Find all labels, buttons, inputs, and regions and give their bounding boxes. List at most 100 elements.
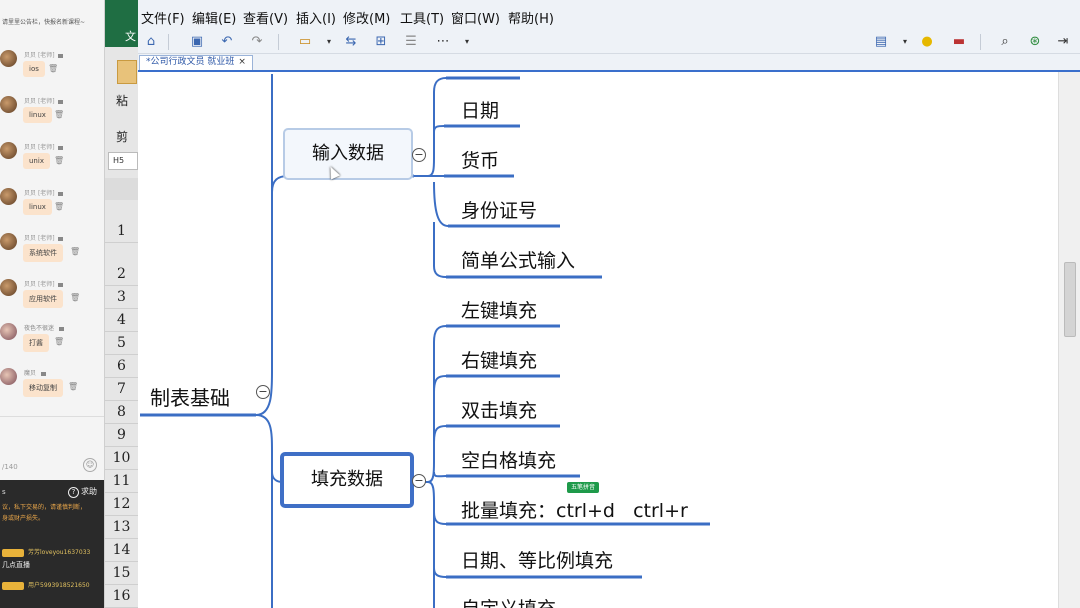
relation-icon[interactable]: ⇆ <box>342 33 360 51</box>
row-header[interactable]: 6 <box>105 355 138 378</box>
subtopic-batch-fill[interactable]: 批量填充：ctrl+d ctrl+r <box>461 496 688 523</box>
delete-icon[interactable]: 🗑 <box>48 64 58 73</box>
close-icon[interactable]: × <box>238 57 246 67</box>
row-header[interactable]: 11 <box>105 470 138 493</box>
section-marker: s <box>2 488 6 496</box>
avatar[interactable] <box>0 323 17 340</box>
row-header[interactable]: 7 <box>105 378 138 401</box>
save-icon[interactable]: ▣ <box>188 33 206 51</box>
sender-role: [老师] <box>37 144 55 151</box>
sender-name: 贝贝 <box>24 235 37 242</box>
user-entry[interactable]: 芳芳loveyou1637033 <box>2 547 90 557</box>
lightbulb-icon[interactable]: ● <box>918 33 936 51</box>
question-icon: ? <box>68 487 79 498</box>
menu-modify[interactable]: 修改(M) <box>343 8 390 27</box>
avatar[interactable] <box>0 279 17 296</box>
badge-icon <box>57 236 63 241</box>
window-icon[interactable]: ▬ <box>950 33 968 51</box>
avatar[interactable] <box>0 142 17 159</box>
row-header[interactable]: 4 <box>105 309 138 332</box>
avatar[interactable] <box>0 188 17 205</box>
boundary-icon[interactable]: ⊞ <box>372 33 390 51</box>
row-header[interactable]: 13 <box>105 516 138 539</box>
ribbon-tab[interactable]: 文 <box>125 28 136 44</box>
row-header[interactable]: 3 <box>105 286 138 309</box>
collapse-icon[interactable]: − <box>256 385 270 399</box>
share-icon[interactable]: ⊛ <box>1026 33 1044 51</box>
row-header[interactable]: 14 <box>105 539 138 562</box>
subtopic-currency[interactable]: 货币 <box>461 146 499 173</box>
menu-edit[interactable]: 编辑(E) <box>192 8 236 27</box>
chevron-down-icon[interactable]: ▾ <box>324 33 334 51</box>
subtopic-double-click-fill[interactable]: 双击填充 <box>461 396 537 423</box>
delete-icon[interactable]: 🗑 <box>54 156 64 165</box>
menu-view[interactable]: 查看(V) <box>243 8 288 27</box>
chat-message: 贝贝 [老师] 应用软件 🗑 <box>0 279 104 325</box>
emoji-icon[interactable]: ☺ <box>83 458 97 472</box>
name-box[interactable]: H5 <box>108 152 138 170</box>
row-header[interactable]: 9 <box>105 424 138 447</box>
help-button[interactable]: ? 求助 <box>68 486 97 498</box>
toolbar-separator <box>980 34 981 50</box>
paste-icon[interactable] <box>117 60 137 84</box>
avatar[interactable] <box>0 50 17 67</box>
delete-icon[interactable]: 🗑 <box>54 337 64 346</box>
menu-help[interactable]: 帮助(H) <box>508 8 554 27</box>
badge-icon <box>57 282 63 287</box>
subtopic-date[interactable]: 日期 <box>461 96 499 123</box>
topic-input-data[interactable]: 输入数据 <box>283 128 413 180</box>
row-header[interactable]: 12 <box>105 493 138 516</box>
subtopic-right-fill[interactable]: 右键填充 <box>461 346 537 373</box>
search-icon[interactable]: ⌕ <box>996 33 1014 51</box>
subtopic-blank-fill[interactable]: 空白格填充 <box>461 446 556 473</box>
avatar[interactable] <box>0 368 17 385</box>
subtopic-id-number[interactable]: 身份证号 <box>461 196 537 223</box>
menu-file[interactable]: 文件(F) <box>141 8 185 27</box>
root-topic[interactable]: 制表基础 <box>150 382 230 411</box>
collapse-icon[interactable]: − <box>412 148 426 162</box>
avatar[interactable] <box>0 96 17 113</box>
chevron-down-icon[interactable]: ▾ <box>900 33 910 51</box>
row-header[interactable]: 2 <box>105 263 138 286</box>
row-header[interactable]: 1 <box>105 220 138 243</box>
home-icon[interactable]: ⌂ <box>142 33 160 51</box>
delete-icon[interactable]: 🗑 <box>70 293 80 302</box>
row-header[interactable]: 5 <box>105 332 138 355</box>
excel-ribbon: 文 <box>105 0 138 47</box>
row-header[interactable]: 8 <box>105 401 138 424</box>
row-header[interactable]: 10 <box>105 447 138 470</box>
more-icon[interactable]: ⋯ <box>434 33 452 51</box>
subtopic-left-fill[interactable]: 左键填充 <box>461 296 537 323</box>
delete-icon[interactable]: 🗑 <box>54 202 64 211</box>
format-icon[interactable]: ▭ <box>296 33 314 51</box>
screen: 请里里公告栏，快报名新课程~ 贝贝 [老师] ios 🗑 贝贝 [老师] lin… <box>0 0 1080 608</box>
tab-document[interactable]: *公司行政文员 就业班 × <box>139 55 253 70</box>
subtopic-custom-fill[interactable]: 自定义填充 <box>461 594 556 608</box>
scrollbar-thumb[interactable] <box>1064 262 1076 337</box>
sender-name: 魔贝 <box>24 370 37 377</box>
export-icon[interactable]: ⇥ <box>1054 33 1072 51</box>
collapse-icon[interactable]: − <box>412 474 426 488</box>
row-header[interactable]: 15 <box>105 562 138 585</box>
select-all-corner[interactable] <box>105 178 138 200</box>
present-icon[interactable]: ▤ <box>872 33 890 51</box>
menu-tools[interactable]: 工具(T) <box>400 8 444 27</box>
sender-name: 贝贝 <box>24 98 37 105</box>
delete-icon[interactable]: 🗑 <box>68 382 78 391</box>
note-icon[interactable]: ☰ <box>402 33 420 51</box>
delete-icon[interactable]: 🗑 <box>54 110 64 119</box>
topic-fill-data[interactable]: 填充数据 <box>280 452 414 508</box>
undo-icon[interactable]: ↶ <box>218 33 236 51</box>
redo-icon[interactable]: ↷ <box>248 33 266 51</box>
chevron-down-icon[interactable]: ▾ <box>462 33 472 51</box>
subtopic-formula-input[interactable]: 简单公式输入 <box>461 246 575 273</box>
row-header[interactable]: 16 <box>105 585 138 608</box>
avatar[interactable] <box>0 233 17 250</box>
delete-icon[interactable]: 🗑 <box>70 247 80 256</box>
menu-window[interactable]: 窗口(W) <box>451 8 500 27</box>
menu-insert[interactable]: 插入(I) <box>296 8 336 27</box>
user-entry[interactable]: 用户5993918521650 <box>2 580 90 590</box>
vertical-scrollbar[interactable] <box>1058 72 1080 608</box>
subtopic-date-ratio-fill[interactable]: 日期、等比例填充 <box>461 546 613 573</box>
mindmap-canvas[interactable]: 制表基础 − 输入数据 − 日期 货币 身份证号 简单公式输入 填充数据 − 左… <box>138 70 1080 608</box>
